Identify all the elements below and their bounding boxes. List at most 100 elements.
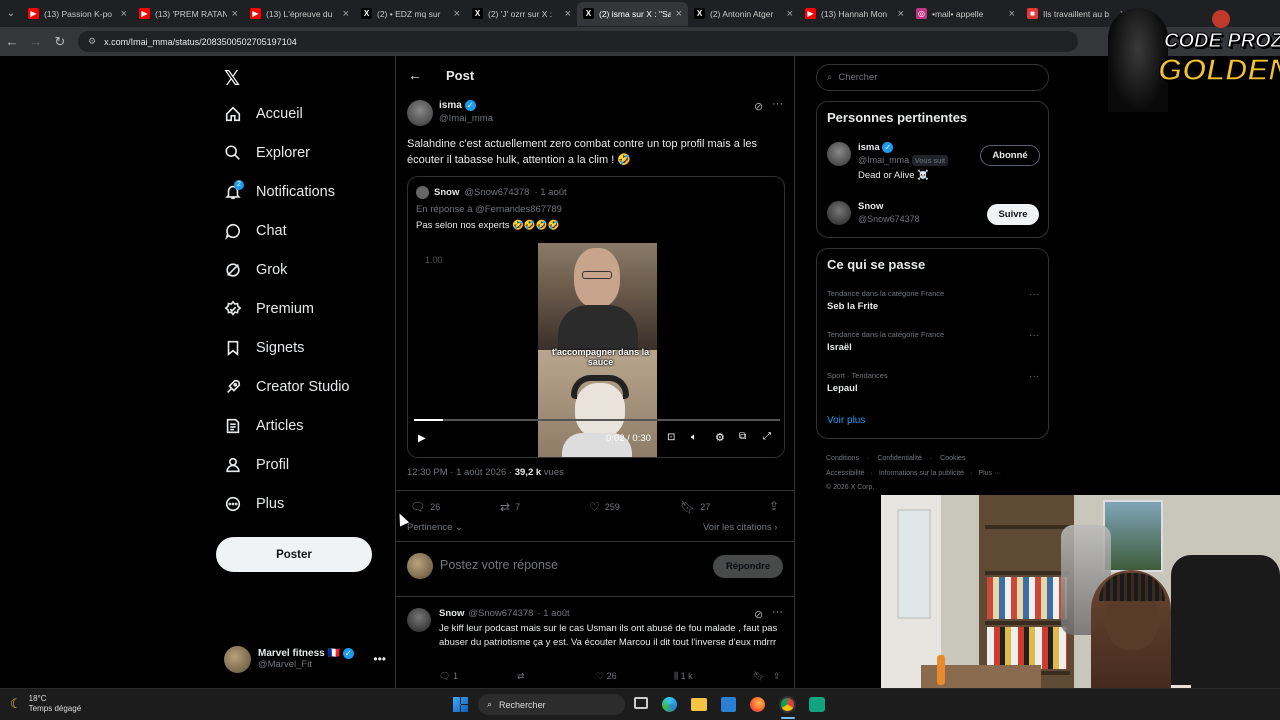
app-icon[interactable]	[809, 697, 825, 712]
tab-search-icon[interactable]: ⌄	[0, 8, 22, 19]
reload-icon[interactable]: ↻	[48, 34, 72, 50]
trend-item[interactable]: Sport · Tendances Lepaul ···	[827, 371, 1039, 394]
site-info-icon[interactable]: ⚙	[88, 36, 96, 47]
taskbar-search[interactable]: ⌕ Rechercher	[478, 694, 625, 715]
sidebar-item-creator-studio[interactable]: Creator Studio	[224, 378, 350, 396]
sidebar-item-articles[interactable]: Articles	[224, 417, 304, 435]
quoted-post[interactable]: Snow @Snow674378 · 1 août En réponse à @…	[407, 176, 785, 458]
url-field[interactable]: ⚙ x.com/Imai_mma/status/2083500502705197…	[78, 31, 1078, 52]
browser-tab[interactable]: X (2) • EDZ mq sur ×	[355, 2, 466, 26]
grok-icon[interactable]: ⊘	[754, 100, 763, 113]
post-more-icon[interactable]: ···	[772, 98, 783, 110]
tab-close-icon[interactable]: ×	[343, 8, 349, 20]
reply-reply-stat[interactable]: 🗨︎ 1	[439, 671, 458, 682]
volume-icon[interactable]: 🔈︎	[691, 432, 697, 443]
play-icon[interactable]: ▶	[418, 433, 426, 444]
trend-item[interactable]: Tendance dans la catégorie France Israël ·…	[827, 330, 1039, 353]
browser-tab[interactable]: X (2) 'J' ozrr sur X : ×	[466, 2, 577, 26]
back-icon[interactable]: ←	[0, 34, 24, 49]
post-handle[interactable]: @Imai_mma	[439, 113, 493, 124]
reply-handle[interactable]: @Snow674378	[468, 608, 533, 619]
reply-bookmark-icon[interactable]: 🔖︎	[753, 671, 764, 682]
video-progress-track[interactable]	[414, 419, 780, 421]
sidebar-item-plus[interactable]: Plus	[224, 495, 284, 513]
fullscreen-icon[interactable]: ⤢	[763, 431, 771, 442]
browser-tab[interactable]: ▶ (13) Hannah Mon ×	[799, 2, 910, 26]
browser-tab[interactable]: X (2) isma sur X : "Sa ×	[577, 1, 688, 26]
reply-more-icon[interactable]: ···	[772, 606, 783, 618]
trend-more-icon[interactable]: ···	[1029, 330, 1039, 341]
sidebar-item-explorer[interactable]: Explorer	[224, 144, 310, 162]
bookmark-stat[interactable]: 🔖︎ 27	[680, 500, 710, 514]
tab-close-icon[interactable]: ×	[454, 8, 460, 20]
footer-link[interactable]: Informations sur la publicité	[879, 467, 964, 482]
tab-close-icon[interactable]: ×	[121, 8, 127, 20]
more-icon[interactable]: •••	[373, 652, 386, 666]
person-name[interactable]: isma	[858, 142, 880, 153]
tab-close-icon[interactable]: ×	[232, 8, 238, 20]
person-avatar[interactable]	[827, 201, 851, 225]
weather-widget[interactable]: ☾ 18°C Temps dégagé	[10, 694, 81, 714]
reply-input[interactable]: Postez votre réponse	[440, 558, 558, 572]
show-more-link[interactable]: Voir plus	[827, 415, 865, 426]
share-icon[interactable]: ⇪	[769, 499, 779, 513]
search-input[interactable]: ⌕ Chercher	[816, 64, 1049, 91]
store-icon[interactable]	[721, 697, 736, 712]
sidebar-item-grok[interactable]: Grok	[224, 261, 287, 279]
repost-stat[interactable]: ⇄ 7	[500, 500, 520, 514]
footer-link[interactable]: Accessibilité	[826, 467, 865, 482]
sidebar-item-chat[interactable]: Chat	[224, 222, 287, 240]
sidebar-item-notifications[interactable]: 2 Notifications	[224, 180, 335, 201]
browser-tab[interactable]: ◎ •mail• appelle ×	[910, 2, 1021, 26]
pip-icon[interactable]: ⧉	[739, 431, 746, 442]
firefox-icon[interactable]	[750, 697, 765, 712]
post-author[interactable]: isma	[439, 100, 462, 111]
tab-close-icon[interactable]: ×	[565, 8, 571, 20]
trend-more-icon[interactable]: ···	[1029, 289, 1039, 300]
reply-author-avatar[interactable]	[407, 608, 431, 632]
tab-close-icon[interactable]: ×	[1009, 8, 1015, 20]
tab-close-icon[interactable]: ×	[787, 8, 793, 20]
browser-tab[interactable]: ▶ (13) Passion K-po ×	[22, 2, 133, 26]
trend-more-icon[interactable]: ···	[1029, 371, 1039, 382]
file-explorer-icon[interactable]	[691, 698, 707, 711]
like-stat[interactable]: ♡ 259	[589, 500, 620, 514]
reply-share-icon[interactable]: ⇪	[773, 671, 781, 682]
trend-item[interactable]: Tendance dans la catégorie France Seb la …	[827, 289, 1039, 312]
post-button[interactable]: Poster	[216, 537, 372, 572]
browser-tab[interactable]: X (2) Antonin Atger ×	[688, 2, 799, 26]
tab-close-icon[interactable]: ×	[676, 8, 682, 20]
account-switcher[interactable]: Marvel fitness 🇫🇷 ✓ @Marvel_Fit •••	[224, 643, 386, 675]
reply-grok-icon[interactable]: ⊘	[754, 608, 763, 621]
sidebar-item-premium[interactable]: Premium	[224, 300, 314, 318]
reply-repost-stat[interactable]: ⇄	[517, 671, 525, 682]
chrome-icon[interactable]	[779, 696, 796, 713]
back-arrow-icon[interactable]: ←	[408, 67, 422, 83]
captions-icon[interactable]: ⊡	[667, 432, 675, 443]
tab-close-icon[interactable]: ×	[898, 8, 904, 20]
following-button[interactable]: Abonné	[980, 145, 1040, 166]
footer-link[interactable]: Conditions	[826, 452, 859, 467]
reply-button[interactable]: Répondre	[713, 555, 783, 578]
footer-link[interactable]: Plus ···	[978, 467, 1001, 482]
browser-tab[interactable]: ▶ (13) L'épreuve du ×	[244, 2, 355, 26]
sidebar-item-profil[interactable]: Profil	[224, 456, 289, 474]
video-player[interactable]: 1.00 t'accompagner dans la sauce ▶ 0:02 …	[408, 243, 784, 457]
edge-icon[interactable]	[662, 697, 677, 712]
browser-tab[interactable]: ▶ (13) 'PREM RATAN ×	[133, 2, 244, 26]
sidebar-item-accueil[interactable]: Accueil	[224, 105, 303, 123]
sort-dropdown[interactable]: Pertinence ⌄	[407, 522, 463, 533]
person-name[interactable]: Snow	[858, 201, 920, 212]
task-view-icon[interactable]	[634, 697, 648, 709]
post-avatar[interactable]	[407, 100, 433, 126]
x-logo[interactable]: 𝕏	[224, 66, 240, 91]
footer-link[interactable]: Confidentialité	[877, 452, 921, 467]
person-avatar[interactable]	[827, 142, 851, 166]
sidebar-item-signets[interactable]: Signets	[224, 339, 304, 357]
reply-like-stat[interactable]: ♡ 26	[596, 671, 617, 682]
settings-icon[interactable]: ⚙	[715, 431, 725, 444]
follow-button[interactable]: Suivre	[987, 204, 1039, 225]
windows-start-icon[interactable]	[453, 697, 468, 712]
view-quotes-link[interactable]: Voir les citations ›	[703, 522, 777, 533]
forward-icon[interactable]: →	[24, 34, 48, 49]
